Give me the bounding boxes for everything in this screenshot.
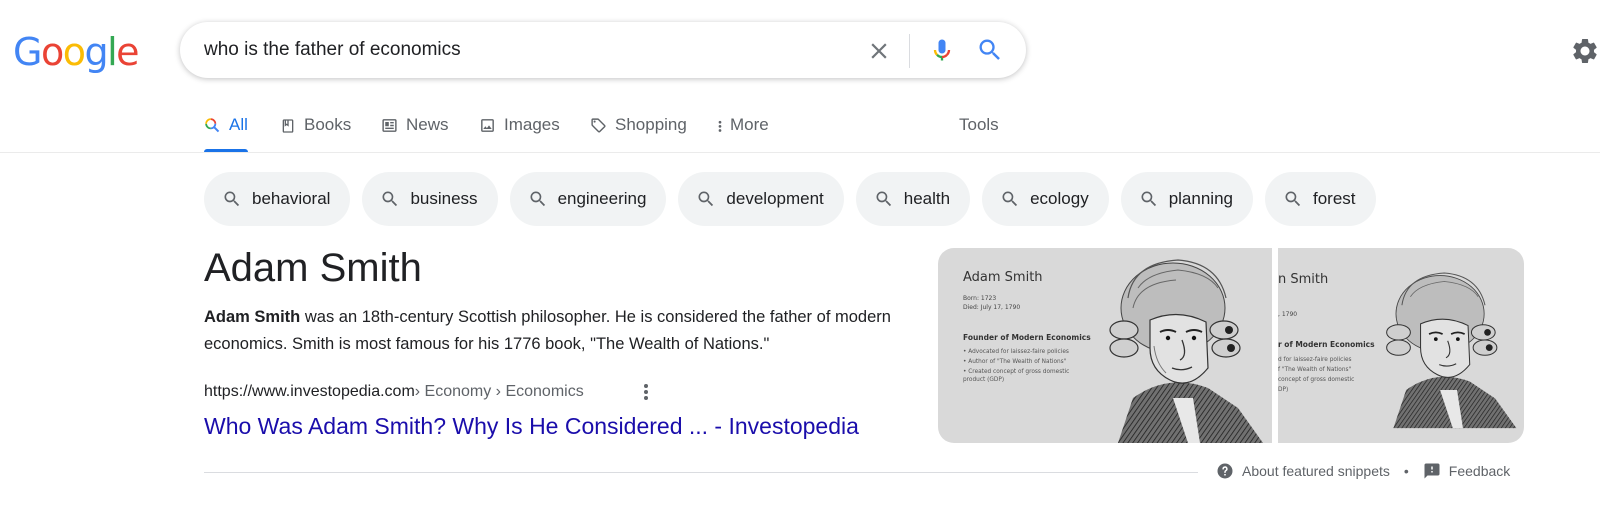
tab-more[interactable]: More (716, 110, 769, 152)
tab-label: All (229, 115, 248, 134)
answer-bold: Adam Smith (204, 308, 301, 326)
feedback-link[interactable]: Feedback (1449, 463, 1510, 479)
snippet-footer: About featured snippets • Feedback (1216, 462, 1510, 480)
image-icon (481, 119, 494, 132)
image-caption-heading: r of Modern Economics (1278, 340, 1375, 349)
tab-tools[interactable]: Tools (959, 110, 999, 152)
logo-letter: o (62, 30, 86, 74)
tab-label: News (406, 115, 449, 134)
logo-letter: e (116, 30, 139, 74)
logo-letter: G (13, 30, 42, 74)
chip-planning[interactable]: planning (1120, 172, 1253, 226)
chip-behavioral[interactable]: behavioral (204, 172, 351, 226)
snippet-images: Adam Smith Born: 1723 Died: July 17, 179… (938, 248, 1524, 443)
clear-icon[interactable] (866, 38, 892, 64)
search-icon (1285, 191, 1301, 207)
snippet-image-1[interactable]: Adam Smith Born: 1723 Died: July 17, 179… (938, 248, 1272, 443)
image-caption-name: Adam Smith (963, 270, 1043, 285)
help-icon (1217, 463, 1233, 479)
image-caption-name: n Smith (1278, 272, 1329, 287)
footer-separator: • (1403, 463, 1409, 479)
chip-label: forest (1312, 189, 1356, 208)
search-icon (876, 191, 891, 207)
image-caption-item: • Advocated for laissez-faire policies (963, 349, 1069, 355)
answer-text: Adam Smith was an 18th-century Scottish … (204, 304, 904, 358)
chip-forest[interactable]: forest (1264, 172, 1376, 226)
search-input[interactable] (204, 36, 844, 64)
snippet-divider (204, 472, 1198, 473)
refinement-chips: behavioral business engineering developm… (204, 172, 1376, 226)
image-caption-item: concept of gross domestic (1278, 377, 1355, 383)
image-caption-died: , 1790 (1278, 311, 1298, 318)
tab-all[interactable]: All (204, 110, 248, 152)
result-title-link[interactable]: Who Was Adam Smith? Why Is He Considered… (204, 413, 859, 440)
more-vert-icon (718, 120, 722, 132)
answer-body: was an 18th-century Scottish philosopher… (204, 308, 891, 353)
logo-letter: g (84, 30, 108, 74)
tab-label: Images (504, 115, 560, 134)
cite-breadcrumb: › Economy › Economics (414, 383, 584, 400)
image-caption-item: product (GDP) (963, 377, 1005, 383)
search-divider (909, 34, 910, 68)
chip-label: health (903, 189, 951, 208)
portrait-illustration (1386, 272, 1517, 429)
tab-books[interactable]: Books (280, 110, 351, 152)
search-icon (224, 191, 240, 207)
cite-url: https://www.investopedia.com (204, 383, 415, 400)
logo-letter: l (107, 30, 118, 74)
chip-health[interactable]: health (855, 172, 971, 226)
tab-label: Shopping (615, 115, 687, 134)
chip-business[interactable]: business (362, 172, 498, 226)
chip-development[interactable]: development (678, 172, 844, 226)
chip-label: development (726, 189, 824, 208)
search-icon[interactable] (976, 36, 1004, 64)
tab-shopping[interactable]: Shopping (590, 110, 687, 152)
feedback-icon (1424, 463, 1440, 479)
tab-news[interactable]: News (381, 110, 449, 152)
chip-label: planning (1168, 189, 1233, 208)
google-logo[interactable]: Google (13, 30, 140, 74)
search-icon (1002, 191, 1018, 207)
search-icon (530, 191, 545, 207)
snippet-image-2[interactable]: n Smith , 1790 r of Modern Economics d f… (1278, 248, 1524, 443)
tag-icon (591, 118, 606, 133)
search-box (180, 22, 1026, 78)
chip-label: behavioral (252, 189, 331, 208)
answer-title: Adam Smith (204, 246, 422, 290)
search-tabs: All Books News Images Shopping More Tool… (204, 110, 1600, 152)
chip-engineering[interactable]: engineering (509, 172, 667, 226)
chip-label: ecology (1030, 189, 1089, 208)
image-caption-item: d for laissez-faire policies (1278, 357, 1352, 363)
tab-label: More (730, 115, 769, 134)
image-caption-died: Died: July 17, 1790 (963, 304, 1021, 311)
image-caption-item: • Created concept of gross domestic (963, 369, 1070, 375)
tabs-divider (0, 152, 1600, 153)
logo-letter: o (40, 30, 64, 74)
book-icon (282, 119, 294, 133)
tab-label: Books (304, 115, 352, 134)
search-icon (382, 191, 398, 207)
result-citation: https://www.investopedia.com › Economy ›… (204, 383, 584, 401)
tab-images[interactable]: Images (479, 110, 560, 152)
microphone-icon[interactable] (928, 36, 956, 64)
search-icon (698, 191, 714, 207)
image-caption-item: f "The Wealth of Nations" (1278, 367, 1352, 373)
more-vert-icon[interactable] (636, 380, 656, 404)
search-icon (1141, 191, 1156, 207)
search-multicolor-icon (205, 118, 220, 133)
newspaper-icon (382, 119, 397, 132)
image-caption-item: DP) (1278, 387, 1289, 393)
settings-gear-icon[interactable] (1570, 36, 1600, 66)
image-caption-born: Born: 1723 (963, 295, 997, 302)
chip-label: engineering (557, 189, 647, 208)
portrait-illustration (1109, 259, 1263, 443)
tab-label: Tools (959, 115, 999, 134)
chip-label: business (410, 189, 478, 208)
image-caption-item: • Author of "The Wealth of Nations" (963, 359, 1067, 365)
image-caption-heading: Founder of Modern Economics (963, 333, 1091, 342)
about-featured-snippets-link[interactable]: About featured snippets (1242, 463, 1390, 479)
chip-ecology[interactable]: ecology (982, 172, 1109, 226)
